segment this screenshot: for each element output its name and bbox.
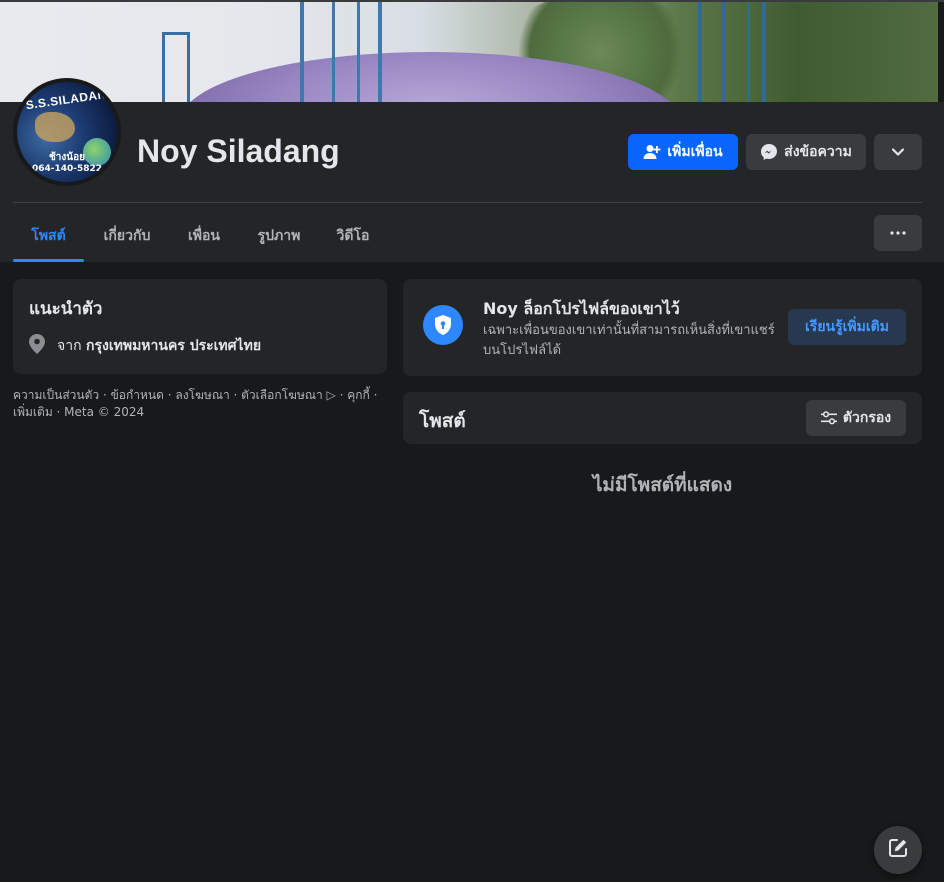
learn-more-button[interactable]: เรียนรู้เพิ่มเติม bbox=[788, 309, 906, 345]
avatar-subtitle: ช้างน้อย bbox=[49, 152, 85, 163]
message-button[interactable]: ส่งข้อความ bbox=[746, 134, 866, 170]
add-friend-icon bbox=[643, 144, 661, 160]
tab-posts[interactable]: โพสต์ bbox=[13, 210, 84, 262]
compose-icon bbox=[888, 838, 908, 862]
chevron-down-icon bbox=[891, 147, 905, 157]
intro-card: แนะนำตัว จาก กรุงเทพมหานคร ประเทศไทย bbox=[13, 279, 387, 374]
location-pin-icon bbox=[29, 334, 45, 358]
avatar-logo-text: S.S.SILADANG bbox=[24, 85, 118, 113]
messenger-icon bbox=[760, 143, 778, 161]
tab-friends[interactable]: เพื่อน bbox=[174, 210, 234, 262]
profile-name: Noy Siladang bbox=[137, 133, 340, 169]
filter-icon bbox=[820, 411, 837, 425]
filter-button[interactable]: ตัวกรอง bbox=[806, 400, 906, 436]
cover-photo[interactable] bbox=[0, 2, 938, 102]
more-actions-button[interactable] bbox=[874, 134, 922, 170]
compose-button[interactable] bbox=[874, 826, 922, 874]
cover-tower bbox=[162, 32, 190, 102]
tab-photos[interactable]: รูปภาพ bbox=[244, 210, 314, 262]
shield-lock-icon bbox=[423, 305, 463, 345]
tab-about[interactable]: เกี่ยวกับ bbox=[90, 210, 164, 262]
filter-label: ตัวกรอง bbox=[842, 410, 892, 426]
add-friend-button[interactable]: เพิ่มเพื่อน bbox=[628, 134, 738, 170]
avatar-dragon-graphic bbox=[35, 112, 75, 142]
intro-location: จาก กรุงเทพมหานคร ประเทศไทย bbox=[29, 334, 261, 358]
cover-tower bbox=[698, 2, 766, 102]
location-value[interactable]: กรุงเทพมหานคร ประเทศไทย bbox=[86, 338, 261, 354]
tabs-more-button[interactable] bbox=[874, 215, 922, 251]
avatar-image: S.S.SILADANG ช้างน้อย 064-140-5822 bbox=[17, 82, 117, 182]
profile-avatar[interactable]: S.S.SILADANG ช้างน้อย 064-140-5822 bbox=[13, 78, 121, 186]
cover-tower bbox=[300, 2, 382, 102]
locked-body: เฉพาะเพื่อนของเขาเท่านั้นที่สามารถเห็นสิ… bbox=[483, 323, 775, 358]
no-posts-message: ไม่มีโพสต์ที่แสดง bbox=[592, 474, 733, 496]
more-dots-icon bbox=[890, 231, 906, 235]
locked-title: Noy ล็อกโปรไฟล์ของเขาไว้ bbox=[483, 299, 680, 318]
locked-profile-card: Noy ล็อกโปรไฟล์ของเขาไว้ เฉพาะเพื่อนของเ… bbox=[403, 279, 922, 376]
intro-title: แนะนำตัว bbox=[29, 299, 103, 319]
header-divider bbox=[13, 202, 922, 203]
location-text: จาก กรุงเทพมหานคร ประเทศไทย bbox=[57, 335, 261, 357]
message-label: ส่งข้อความ bbox=[784, 144, 852, 160]
location-prefix: จาก bbox=[57, 338, 82, 354]
avatar-phone: 064-140-5822 bbox=[31, 164, 103, 174]
footer-links[interactable]: ความเป็นส่วนตัว · ข้อกำหนด · ลงโฆษณา · ต… bbox=[13, 387, 387, 421]
add-friend-label: เพิ่มเพื่อน bbox=[667, 144, 723, 160]
posts-header-card: โพสต์ ตัวกรอง bbox=[403, 392, 922, 444]
posts-title: โพสต์ bbox=[419, 410, 466, 432]
tab-videos[interactable]: วิดีโอ bbox=[324, 210, 382, 262]
